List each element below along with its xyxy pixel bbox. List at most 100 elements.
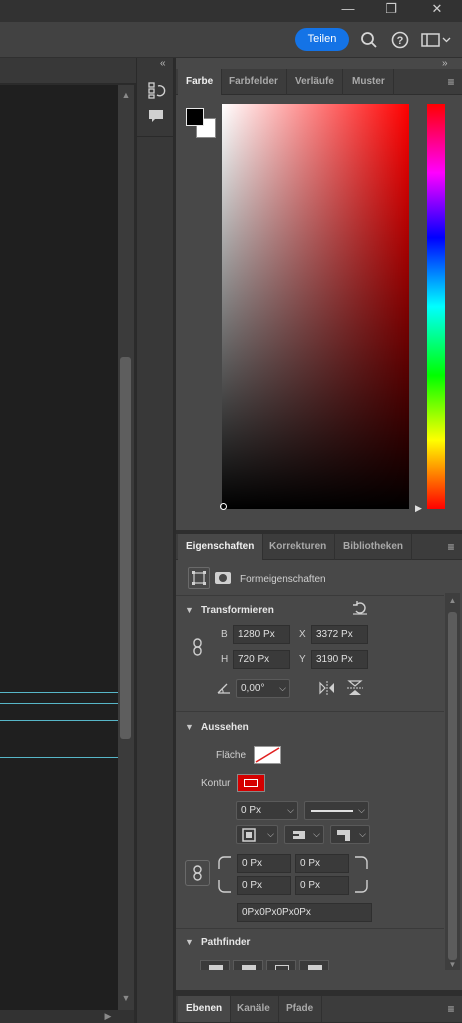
stroke-type-dropdown[interactable]: ⌵ — [304, 801, 369, 820]
strip-divider — [137, 136, 173, 137]
comments-icon[interactable] — [143, 107, 169, 131]
close-button[interactable]: ✕ — [417, 0, 457, 22]
scroll-down-icon[interactable]: ▼ — [118, 993, 134, 1003]
hue-slider-pointer-icon[interactable]: ▶ — [415, 503, 422, 514]
stroke-width-value: 0 Px — [241, 805, 262, 816]
chevron-down-icon: ⌵ — [313, 829, 320, 839]
corner-top-left-field[interactable]: 0 Px — [237, 854, 291, 873]
svg-text:?: ? — [397, 35, 404, 47]
tab-kanaele[interactable]: Kanäle — [229, 996, 279, 1022]
flip-horizontal-icon[interactable] — [318, 680, 336, 696]
minimize-button[interactable]: — — [328, 0, 368, 22]
tab-bibliotheken[interactable]: Bibliotheken — [335, 534, 413, 560]
y-label: Y — [299, 654, 306, 665]
chevron-down-icon: ⌵ — [287, 805, 294, 815]
color-saturation-field[interactable] — [222, 104, 409, 509]
tab-ebenen[interactable]: Ebenen — [178, 996, 232, 1022]
height-label: H — [221, 654, 229, 665]
chevron-down-icon: ⌵ — [358, 805, 365, 815]
color-field-pointer[interactable] — [220, 503, 227, 510]
pathfinder-intersect-button[interactable] — [266, 960, 296, 970]
corner-bottom-right-field[interactable]: 0 Px — [295, 876, 349, 895]
stroke-label: Kontur — [201, 778, 231, 789]
transform-section-title[interactable]: Transformieren — [201, 605, 274, 616]
section-divider — [176, 595, 444, 596]
stroke-swatch-inner — [244, 779, 258, 787]
collapse-icon[interactable]: » — [442, 58, 448, 69]
scroll-right-icon[interactable]: ▶ — [100, 1011, 116, 1022]
chevron-down-icon: ⌵ — [267, 829, 274, 839]
pathfinder-exclude-button[interactable] — [299, 960, 329, 970]
guide-line — [0, 703, 118, 704]
fill-swatch[interactable] — [254, 746, 281, 764]
height-field[interactable]: 720 Px — [233, 650, 290, 669]
document-canvas[interactable] — [0, 85, 118, 1010]
angle-icon — [216, 681, 232, 695]
solid-line-icon — [311, 810, 353, 812]
corner-top-right-field[interactable]: 0 Px — [295, 854, 349, 873]
scroll-up-icon[interactable]: ▲ — [445, 596, 460, 605]
width-label: B — [221, 629, 228, 640]
link-dimensions-icon[interactable] — [190, 637, 206, 657]
stroke-width-dropdown[interactable]: 0 Px ⌵ — [236, 801, 298, 820]
x-field[interactable]: 3372 Px — [311, 625, 368, 644]
shape-fill-icon[interactable] — [213, 569, 235, 587]
scroll-down-icon[interactable]: ▼ — [445, 960, 460, 969]
search-icon[interactable] — [360, 31, 378, 49]
corner-bottom-left-field[interactable]: 0 Px — [237, 876, 291, 895]
shape-properties-label: Formeigenschaften — [240, 574, 326, 585]
tab-eigenschaften[interactable]: Eigenschaften — [178, 534, 264, 560]
corner-tl-icon — [218, 856, 232, 873]
tab-korrekturen[interactable]: Korrekturen — [261, 534, 336, 560]
share-button[interactable]: Teilen — [295, 28, 349, 51]
chevron-down-icon[interactable]: ▼ — [185, 937, 194, 947]
panel-menu-icon[interactable]: ≡ — [442, 996, 460, 1022]
panel-menu-icon[interactable]: ≡ — [442, 534, 460, 560]
tab-pfade[interactable]: Pfade — [278, 996, 323, 1022]
x-label: X — [299, 629, 306, 640]
tab-muster[interactable]: Muster — [344, 69, 394, 95]
section-divider — [176, 711, 444, 712]
pathfinder-minus-button[interactable] — [233, 960, 263, 970]
corner-bl-icon — [218, 879, 232, 896]
restore-button[interactable]: ❐ — [371, 0, 411, 22]
guide-line — [0, 720, 118, 721]
workspace-icon[interactable] — [421, 32, 451, 48]
stroke-align-dropdown[interactable]: ⌵ — [236, 825, 278, 844]
stroke-cap-dropdown[interactable]: ⌵ — [284, 825, 324, 844]
document-tab-strip — [0, 58, 136, 84]
y-field[interactable]: 3190 Px — [311, 650, 368, 669]
chevron-down-icon[interactable]: ▼ — [185, 605, 194, 615]
flip-vertical-icon[interactable] — [346, 679, 364, 697]
pathfinder-buttons — [200, 960, 332, 970]
corner-br-icon — [354, 879, 368, 896]
tab-verlaeufe[interactable]: Verläufe — [287, 69, 343, 95]
tab-farbe[interactable]: Farbe — [178, 69, 223, 95]
angle-dropdown[interactable]: 0,00° ⌵ — [236, 679, 290, 698]
stroke-corner-dropdown[interactable]: ⌵ — [330, 825, 370, 844]
pathfinder-unite-button[interactable] — [200, 960, 230, 970]
corner-summary-field[interactable]: 0Px0Px0Px0Px — [237, 903, 372, 922]
section-divider — [176, 928, 444, 929]
chevron-down-icon[interactable]: ▼ — [185, 722, 194, 732]
appearance-section-title[interactable]: Aussehen — [201, 722, 249, 733]
history-icon[interactable] — [143, 80, 169, 104]
link-corners-button[interactable] — [185, 860, 210, 886]
canvas-scroll-thumb[interactable] — [120, 357, 131, 739]
hue-slider[interactable] — [427, 104, 445, 509]
shape-bounds-icon[interactable] — [188, 567, 210, 589]
scroll-up-icon[interactable]: ▲ — [118, 90, 134, 100]
guide-line — [0, 692, 118, 693]
collapse-icon[interactable]: « — [160, 58, 166, 69]
pathfinder-section-title[interactable]: Pathfinder — [201, 937, 250, 948]
help-icon[interactable]: ? — [391, 31, 409, 49]
reset-transform-icon[interactable] — [352, 600, 368, 616]
tab-farbfelder[interactable]: Farbfelder — [221, 69, 287, 95]
stroke-swatch[interactable] — [237, 774, 265, 792]
foreground-color-swatch[interactable] — [186, 108, 204, 126]
corner-tr-icon — [354, 856, 368, 873]
fill-label: Fläche — [216, 750, 247, 761]
panel-menu-icon[interactable]: ≡ — [442, 69, 460, 95]
width-field[interactable]: 1280 Px — [233, 625, 290, 644]
properties-scroll-thumb[interactable] — [448, 612, 457, 960]
